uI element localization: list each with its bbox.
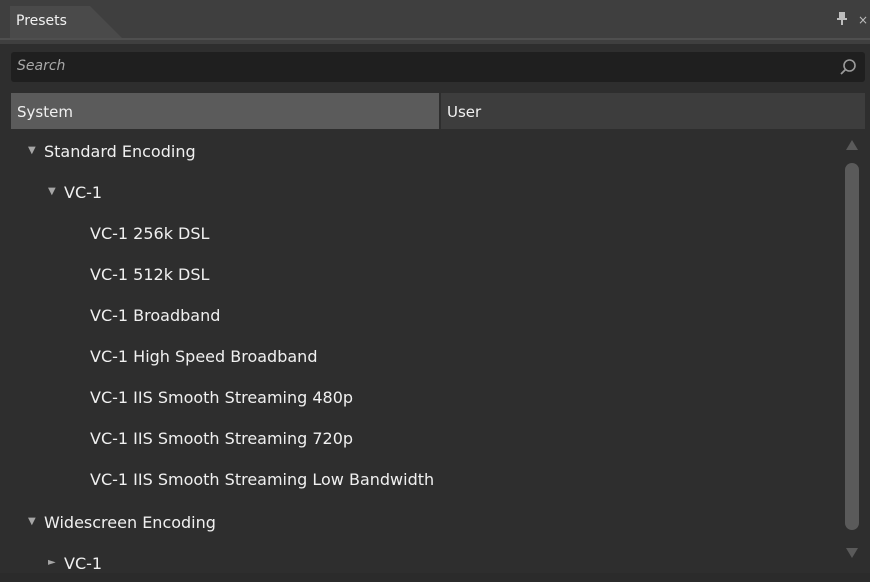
search-icon[interactable] xyxy=(839,58,857,76)
tree-group-vc1[interactable]: ▼ VC-1 xyxy=(11,173,839,211)
expand-arrow-icon[interactable]: ▼ xyxy=(28,516,36,527)
tree-item-label: VC-1 IIS Smooth Streaming 480p xyxy=(90,388,354,407)
tree-item-preset[interactable]: VC-1 IIS Smooth Streaming 720p xyxy=(11,419,839,457)
expand-arrow-icon[interactable]: ▼ xyxy=(28,145,36,156)
tree-item-label: VC-1 IIS Smooth Streaming 720p xyxy=(90,429,354,448)
expand-arrow-icon[interactable]: ▼ xyxy=(48,186,56,197)
tree-item-label: VC-1 xyxy=(64,554,103,573)
tab-user[interactable]: User xyxy=(441,93,865,129)
tab-user-label: User xyxy=(447,103,482,121)
collapse-arrow-icon[interactable]: ► xyxy=(48,557,56,568)
tree-item-preset[interactable]: VC-1 256k DSL xyxy=(11,214,839,252)
presets-tree: ▼ Standard Encoding ▼ VC-1 VC-1 256k DSL… xyxy=(11,130,839,573)
tree-group-vc1-collapsed[interactable]: ► VC-1 xyxy=(11,544,839,582)
scroll-down-arrow-icon[interactable] xyxy=(846,548,858,558)
tree-item-label: VC-1 Broadband xyxy=(90,306,221,325)
tree-item-preset[interactable]: VC-1 512k DSL xyxy=(11,255,839,293)
tree-item-label: VC-1 IIS Smooth Streaming Low Bandwidth xyxy=(90,470,435,489)
panel-titlebar: Presets × xyxy=(0,0,870,44)
scroll-up-arrow-icon[interactable] xyxy=(846,140,858,150)
tree-group-standard-encoding[interactable]: ▼ Standard Encoding xyxy=(11,132,839,170)
panel-title: Presets xyxy=(16,13,67,29)
tree-item-label: Standard Encoding xyxy=(44,142,196,161)
scroll-thumb[interactable] xyxy=(845,163,859,530)
titlebar-divider xyxy=(0,38,870,40)
tree-item-label: Widescreen Encoding xyxy=(44,513,216,532)
tab-system[interactable]: System xyxy=(11,93,439,129)
search-placeholder: Search xyxy=(17,58,66,74)
close-icon[interactable]: × xyxy=(858,13,870,27)
tree-item-label: VC-1 256k DSL xyxy=(90,224,210,243)
tree-item-label: VC-1 512k DSL xyxy=(90,265,210,284)
tree-item-label: VC-1 xyxy=(64,183,103,202)
tree-item-preset[interactable]: VC-1 High Speed Broadband xyxy=(11,337,839,375)
tree-item-preset[interactable]: VC-1 Broadband xyxy=(11,296,839,334)
tree-item-label: VC-1 High Speed Broadband xyxy=(90,347,318,366)
tree-item-preset[interactable]: VC-1 IIS Smooth Streaming 480p xyxy=(11,378,839,416)
tree-item-preset[interactable]: VC-1 IIS Smooth Streaming Low Bandwidth xyxy=(11,460,839,498)
pin-icon[interactable] xyxy=(834,10,850,26)
search-input[interactable]: Search xyxy=(11,52,865,82)
vertical-scrollbar[interactable] xyxy=(840,130,865,573)
tree-group-widescreen-encoding[interactable]: ▼ Widescreen Encoding xyxy=(11,503,839,541)
tab-system-label: System xyxy=(17,103,73,121)
presets-panel: Presets × Search System User ▼ Standard … xyxy=(0,0,870,573)
